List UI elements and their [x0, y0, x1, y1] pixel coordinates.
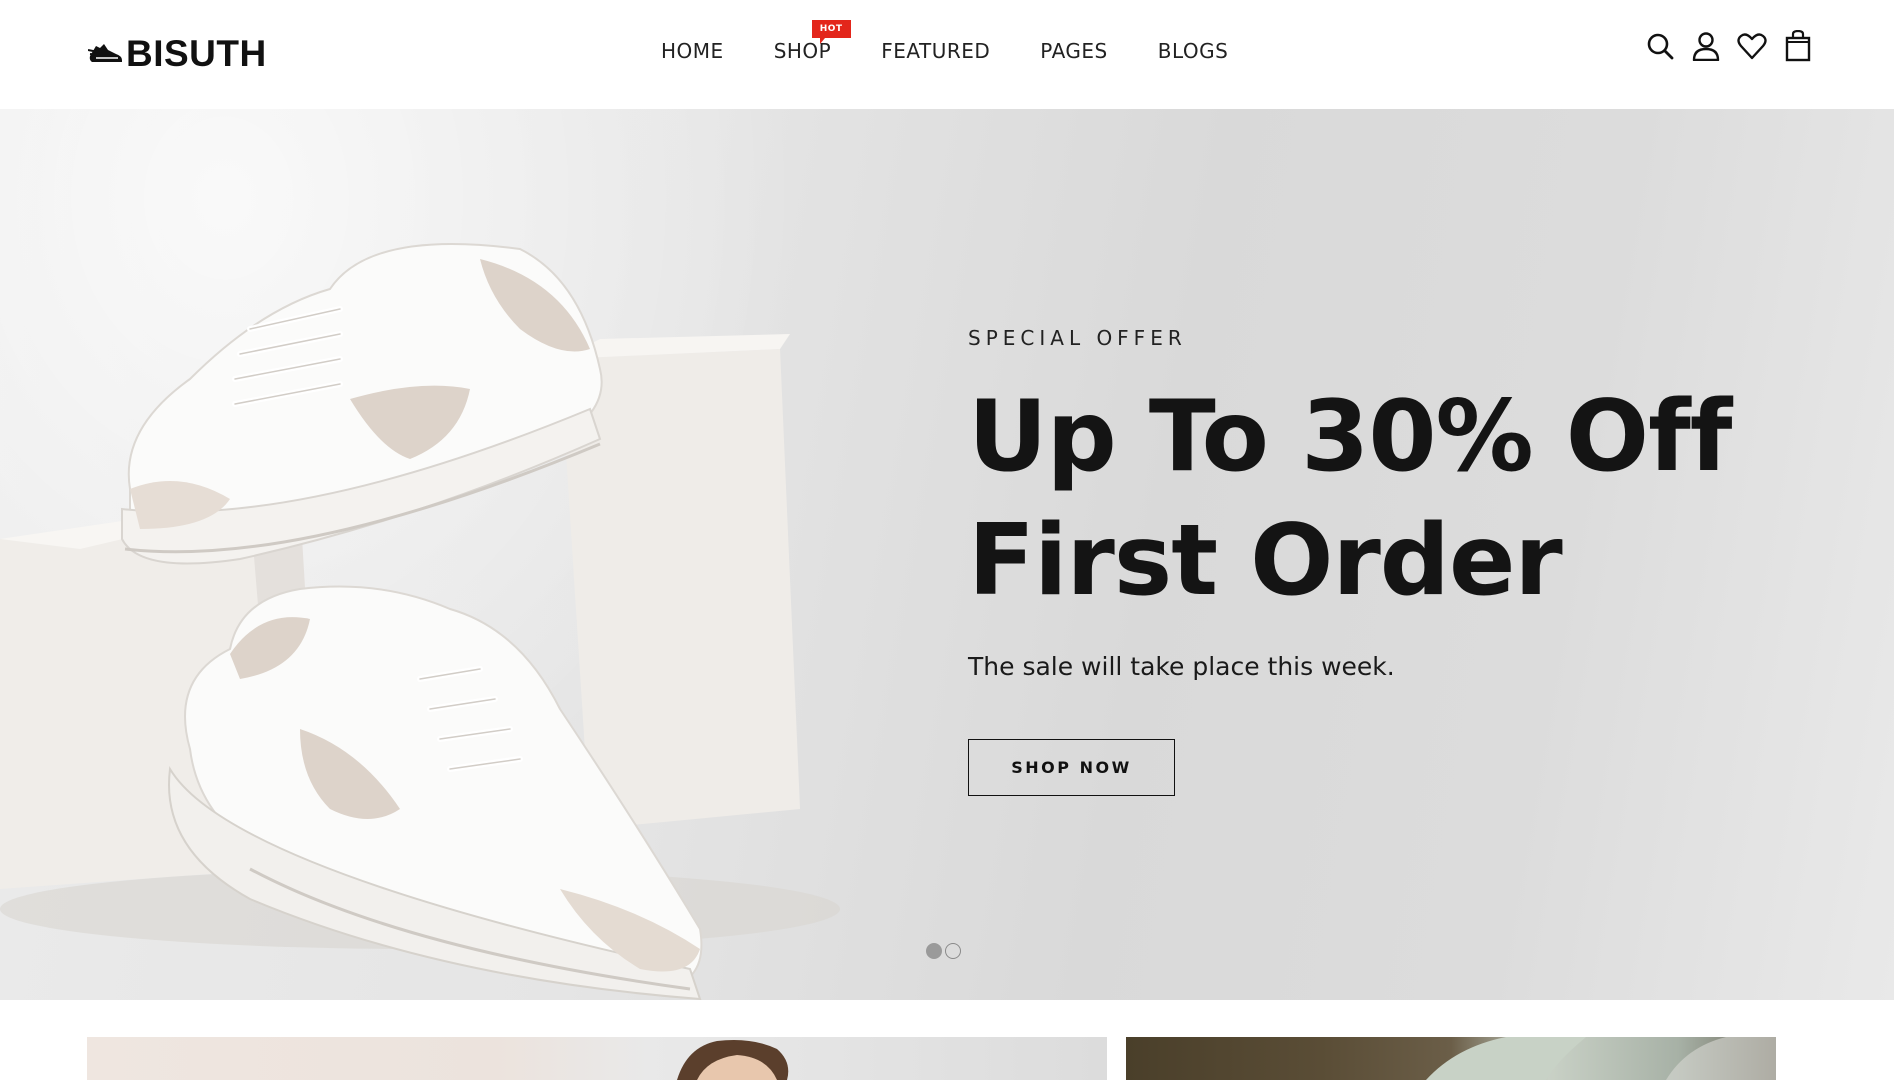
promo-banner-left-image	[677, 1040, 789, 1080]
nav-home[interactable]: HOME	[661, 38, 724, 68]
promo-banner-right-image	[1426, 1037, 1776, 1080]
heart-icon[interactable]	[1737, 30, 1767, 62]
slider-pagination	[926, 943, 961, 959]
promo-banner-right[interactable]	[1126, 1037, 1776, 1080]
hero-title-line-2: First Order	[968, 504, 1563, 618]
shop-now-button[interactable]: SHOP NOW	[968, 739, 1175, 796]
nav-pages[interactable]: PAGES	[1040, 38, 1107, 68]
hero-sneakers-image	[0, 243, 840, 1000]
hero-title: Up To 30% Off First Order	[968, 375, 1768, 623]
nav-featured[interactable]: FEATURED	[881, 38, 990, 68]
brand-name: BISUTH	[126, 32, 267, 74]
user-icon[interactable]	[1691, 30, 1721, 62]
search-icon[interactable]	[1645, 30, 1675, 62]
header-actions	[1645, 30, 1813, 62]
hero-subtitle: The sale will take place this week.	[968, 652, 1395, 681]
slider-dot-1[interactable]	[926, 943, 942, 959]
sneaker-icon	[88, 38, 124, 68]
nav-blogs[interactable]: BLOGS	[1158, 38, 1229, 68]
main-nav: HOME SHOP HOT FEATURED PAGES BLOGS	[661, 20, 1229, 68]
nav-shop[interactable]: SHOP HOT	[774, 20, 851, 68]
hero-eyebrow: SPECIAL OFFER	[968, 326, 1187, 350]
hero-content: SPECIAL OFFER Up To 30% Off First Order …	[968, 323, 1768, 796]
site-header: BISUTH HOME SHOP HOT FEATURED PAGES BLOG…	[0, 0, 1894, 109]
brand-logo[interactable]: BISUTH	[88, 33, 267, 73]
hot-badge: HOT	[811, 20, 851, 44]
shopping-bag-icon[interactable]	[1783, 30, 1813, 62]
promo-banner-left[interactable]	[87, 1037, 1107, 1080]
sneaker-upper	[121, 243, 603, 565]
hero-banner: SPECIAL OFFER Up To 30% Off First Order …	[0, 109, 1894, 1000]
hero-title-line-1: Up To 30% Off	[968, 380, 1732, 494]
slider-dot-2[interactable]	[945, 943, 961, 959]
